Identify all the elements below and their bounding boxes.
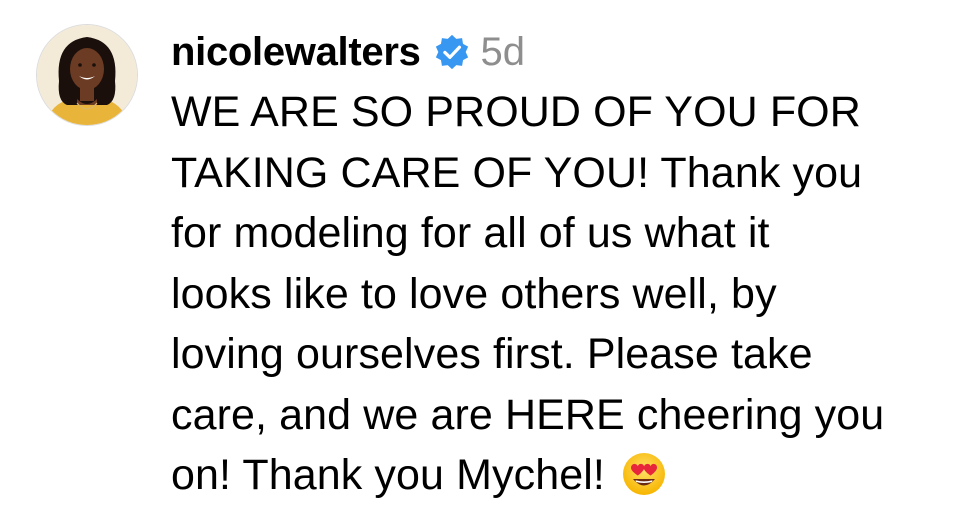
comment-line: for modeling for all of us what it xyxy=(171,209,770,257)
comment-content: nicolewalters 5d WE ARE SO PROUD OF YOU … xyxy=(171,24,961,506)
comment-line: looks like to love others well, by xyxy=(171,269,777,318)
comment-line: WE ARE SO PROUD OF YOU FOR xyxy=(171,88,861,136)
comment-line: care, and we are HERE cheering you xyxy=(171,390,885,439)
profile-photo xyxy=(37,25,137,125)
comment-header: nicolewalters 5d xyxy=(171,24,961,80)
comment-line-last: on! Thank you Mychel! xyxy=(171,445,961,506)
comment-line: TAKING CARE OF YOU! Thank you xyxy=(171,148,863,197)
heart-eyes-emoji-icon xyxy=(621,451,667,497)
avatar[interactable] xyxy=(37,25,137,125)
comment: nicolewalters 5d WE ARE SO PROUD OF YOU … xyxy=(0,0,980,530)
comment-line-text: on! Thank you Mychel! xyxy=(171,451,617,499)
comment-text: WE ARE SO PROUD OF YOU FOR TAKING CARE O… xyxy=(171,82,961,506)
username-link[interactable]: nicolewalters xyxy=(171,30,421,75)
timestamp[interactable]: 5d xyxy=(481,30,526,75)
comment-line: loving ourselves first. Please take xyxy=(171,330,813,378)
verified-badge-icon xyxy=(433,33,471,71)
